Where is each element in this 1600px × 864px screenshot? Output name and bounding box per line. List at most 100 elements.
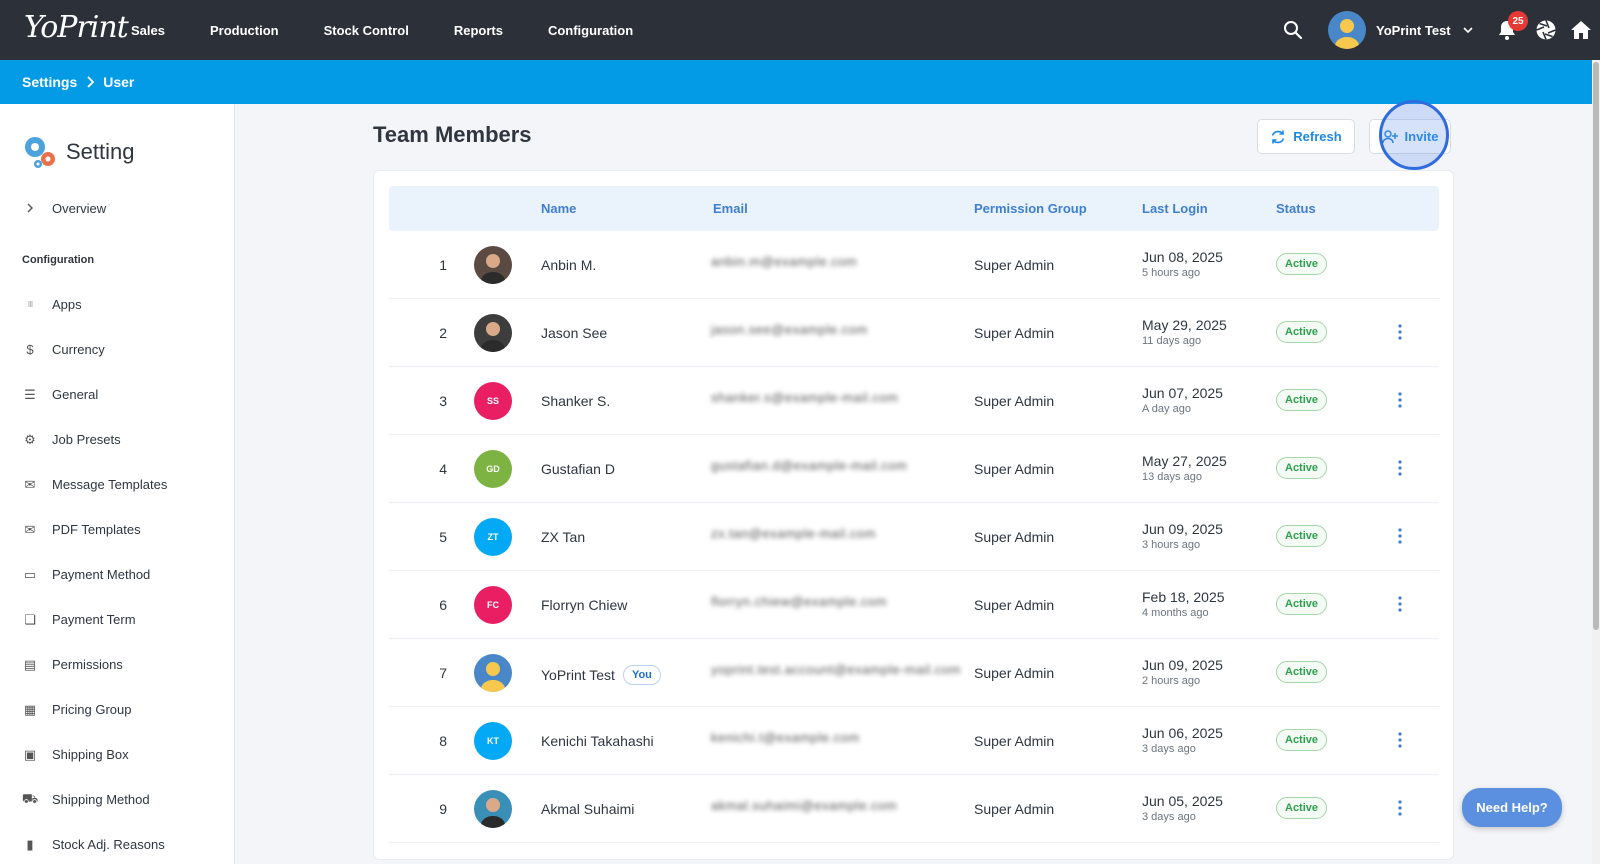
sidebar-item-label: Payment Term [52, 612, 136, 627]
table-row[interactable]: 8 KT Kenichi Takahashi kenichi.t@example.co… [389, 707, 1439, 775]
last-login-date: Jun 07, 2025 [1142, 385, 1223, 401]
sidebar-item-permissions[interactable]: ▤ Permissions [22, 642, 232, 687]
user-menu[interactable]: YoPrint Test [1328, 11, 1473, 49]
nav-reports[interactable]: Reports [454, 23, 503, 38]
refresh-button[interactable]: Refresh [1257, 119, 1355, 154]
table-row[interactable]: 6 FC Florryn Chiew florryn.chiew@example.co… [389, 571, 1439, 639]
status-badge: Active [1276, 797, 1328, 819]
member-email-text: gustafian.d@example-mail.com [711, 458, 908, 473]
member-name[interactable]: Jason See [541, 325, 607, 341]
member-email-text: jason.see@example.com [711, 322, 868, 337]
kebab-icon [1398, 528, 1402, 544]
member-email: kenichi.t@example.com [711, 729, 859, 749]
avatar [474, 790, 512, 828]
more-actions-button[interactable] [1397, 730, 1403, 750]
more-actions-button[interactable] [1397, 390, 1403, 410]
nav-configuration[interactable]: Configuration [548, 23, 633, 38]
member-name[interactable]: Gustafian D [541, 461, 615, 477]
more-actions-button[interactable] [1397, 526, 1403, 546]
search-icon[interactable] [1283, 20, 1303, 40]
member-name-text: Gustafian D [541, 461, 615, 477]
breadcrumb-settings[interactable]: Settings [22, 74, 77, 90]
breadcrumb-user[interactable]: User [103, 74, 134, 90]
member-name[interactable]: Kenichi Takahashi [541, 733, 654, 749]
column-header-email[interactable]: Email [713, 201, 748, 216]
nav-sales[interactable]: Sales [131, 23, 165, 38]
column-header-name[interactable]: Name [541, 201, 576, 216]
invite-button[interactable]: Invite [1369, 119, 1451, 154]
table-header: Name Email Permission Group Last Login S… [389, 186, 1439, 231]
sidebar-item-label: Pricing Group [52, 702, 132, 717]
nav-production[interactable]: Production [210, 23, 279, 38]
member-name[interactable]: Florryn Chiew [541, 597, 627, 613]
column-header-status[interactable]: Status [1276, 201, 1316, 216]
clipboard-icon: ❏ [24, 611, 36, 627]
avatar-photo [481, 798, 505, 828]
member-name[interactable]: ZX Tan [541, 529, 585, 545]
member-name[interactable]: Anbin M. [541, 257, 596, 273]
member-name[interactable]: Shanker S. [541, 393, 610, 409]
table-row[interactable]: 9 Akmal Suhaimi akmal.suhaimi@example.com S… [389, 775, 1439, 843]
column-header-last-login[interactable]: Last Login [1142, 201, 1208, 216]
sidebar-item-shipping-method[interactable]: ⛟ Shipping Method [22, 777, 232, 822]
sidebar-item-currency[interactable]: $ Currency [22, 327, 232, 372]
sidebar-item-general[interactable]: ☰ General [22, 372, 232, 417]
sidebar-item-payment-method[interactable]: ▭ Payment Method [22, 552, 232, 597]
sidebar-item-label: PDF Templates [52, 522, 141, 537]
sidebar-item-apps[interactable]: ⁝⁝⁝ Apps [22, 282, 232, 327]
column-header-permission[interactable]: Permission Group [974, 201, 1087, 216]
status-badge: Active [1276, 661, 1328, 683]
breadcrumb: Settings User [0, 60, 1592, 104]
more-actions-button[interactable] [1397, 594, 1403, 614]
sidebar-list: ⁝⁝⁝ Apps $ Currency ☰ General ⚙ Job Presets ✉ Mes… [22, 282, 232, 864]
more-actions-button[interactable] [1397, 798, 1403, 818]
sidebar-item-payment-term[interactable]: ❏ Payment Term [22, 597, 232, 642]
member-email: jason.see@example.com [711, 321, 867, 341]
last-login: Jun 09, 2025 3 hours ago [1142, 521, 1223, 551]
top-navbar: YoPrint Sales Production Stock Control R… [0, 0, 1600, 60]
need-help-button[interactable]: Need Help? [1462, 788, 1562, 827]
sidebar-item-pdf-templates[interactable]: ✉ PDF Templates [22, 507, 232, 552]
table-row[interactable]: 2 Jason See jason.see@example.com Super Adm… [389, 299, 1439, 367]
sidebar-item-shipping-box[interactable]: ▣ Shipping Box [22, 732, 232, 777]
more-actions-button[interactable] [1397, 322, 1403, 342]
member-email-text: shanker.s@example-mail.com [711, 390, 899, 405]
comment-icon: ▮ [26, 836, 34, 852]
member-name[interactable]: YoPrint Test You [541, 665, 661, 685]
sidebar-item-label: Stock Adj. Reasons [52, 837, 165, 852]
last-login-date: May 27, 2025 [1142, 453, 1227, 469]
logo[interactable]: YoPrint [24, 10, 129, 45]
aperture-icon[interactable] [1535, 19, 1557, 41]
mail-icon: ✉ [24, 521, 36, 537]
sidebar-item-job-presets[interactable]: ⚙ Job Presets [22, 417, 232, 462]
table-row[interactable]: 5 ZT ZX Tan zx.tan@example-mail.com Super Ad… [389, 503, 1439, 571]
you-badge: You [622, 665, 661, 685]
permission-group: Super Admin [974, 257, 1055, 273]
avatar-photo [481, 254, 505, 284]
last-login-relative: 2 hours ago [1142, 675, 1201, 687]
sidebar-item-pricing-group[interactable]: ▦ Pricing Group [22, 687, 232, 732]
sidebar-item-label: General [52, 387, 99, 402]
last-login-date: Jun 06, 2025 [1142, 725, 1223, 741]
sidebar-item-message-templates[interactable]: ✉ Message Templates [22, 462, 232, 507]
last-login-relative: A day ago [1142, 403, 1191, 415]
sidebar-item-overview[interactable]: Overview [22, 200, 106, 216]
table-row[interactable]: 4 GD Gustafian D gustafian.d@example-mail.c… [389, 435, 1439, 503]
sidebar-item-stock-adj-reasons[interactable]: ▮ Stock Adj. Reasons [22, 822, 232, 864]
calendar-icon: ▦ [23, 701, 37, 717]
table-row[interactable]: 3 SS Shanker S. shanker.s@example-mail.com S… [389, 367, 1439, 435]
nav-stock-control[interactable]: Stock Control [324, 23, 409, 38]
permission-group: Super Admin [974, 597, 1055, 613]
last-login-relative: 4 months ago [1142, 607, 1209, 619]
table-row[interactable]: 1 Anbin M. anbin.m@example.com Super Admin J… [389, 231, 1439, 299]
member-name-text: YoPrint Test [541, 667, 615, 683]
home-icon[interactable] [1570, 19, 1592, 41]
invite-label: Invite [1404, 129, 1439, 144]
more-actions-button[interactable] [1397, 458, 1403, 478]
sidebar-item-label: Apps [52, 297, 82, 312]
member-name-text: Akmal Suhaimi [541, 801, 635, 817]
member-name[interactable]: Akmal Suhaimi [541, 801, 634, 817]
permission-group: Super Admin [974, 393, 1055, 409]
scrollbar-thumb[interactable] [1593, 62, 1599, 630]
table-row[interactable]: 7 YoPrint Test You yoprint.test.account@exa… [389, 639, 1439, 707]
